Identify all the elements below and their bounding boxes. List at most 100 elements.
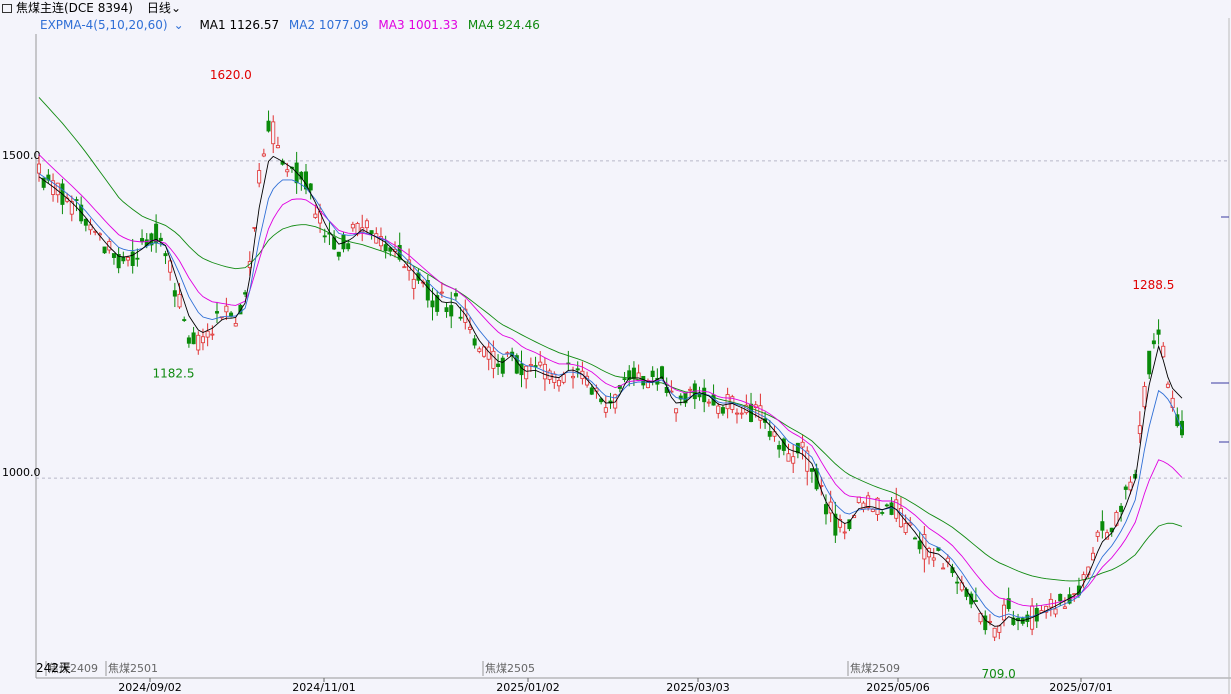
candle-body-223 xyxy=(1081,574,1086,581)
candle-18 xyxy=(121,251,126,264)
candle-162 xyxy=(795,442,800,459)
candle-56 xyxy=(299,171,304,191)
x-tick-label-3: 2025/03/03 xyxy=(666,681,729,694)
candle-202 xyxy=(983,610,988,635)
days-count: 242天 xyxy=(36,661,71,675)
candle-130 xyxy=(645,378,650,389)
candle-160 xyxy=(786,443,791,462)
candle-body-156 xyxy=(767,431,772,437)
candle-body-226 xyxy=(1095,531,1100,537)
candle-51 xyxy=(275,136,280,149)
candle-122 xyxy=(608,392,613,409)
candle-31 xyxy=(182,316,187,322)
candle-body-196 xyxy=(955,581,960,584)
candle-98 xyxy=(496,354,501,376)
candle-79 xyxy=(407,248,412,281)
candle-body-163 xyxy=(800,441,805,448)
candle-body-10 xyxy=(83,218,88,226)
candle-body-27 xyxy=(163,253,168,257)
candle-body-88 xyxy=(449,305,454,317)
candle-body-187 xyxy=(912,537,917,540)
right-scale-ticks xyxy=(1211,216,1229,443)
candle-body-21 xyxy=(135,257,140,260)
candle-193 xyxy=(941,562,946,570)
contract-markers: 焦煤2409 焦煤2501 焦煤2505 焦煤2509 xyxy=(45,661,900,676)
candle-body-0 xyxy=(37,163,42,174)
candle-body-49 xyxy=(266,120,271,132)
candle-188 xyxy=(917,531,922,554)
candle-body-181 xyxy=(884,504,889,507)
candle-27 xyxy=(163,250,168,265)
candle-body-149 xyxy=(734,412,739,415)
candle-body-29 xyxy=(172,290,177,297)
candle-body-227 xyxy=(1100,521,1105,531)
candle-body-204 xyxy=(992,627,997,638)
candle-body-178 xyxy=(870,508,875,512)
ma-lines xyxy=(38,97,1183,627)
candle-body-118 xyxy=(589,387,594,395)
candle-47 xyxy=(257,163,262,188)
candle-241 xyxy=(1165,381,1170,389)
candle-body-235 xyxy=(1137,425,1142,435)
candle-body-239 xyxy=(1156,329,1161,335)
candle-19 xyxy=(126,255,131,267)
candle-48 xyxy=(261,148,266,158)
candle-body-107 xyxy=(538,361,543,366)
candle-body-242 xyxy=(1170,397,1175,409)
candle-body-14 xyxy=(102,246,107,254)
candle-body-180 xyxy=(880,512,885,514)
candle-104 xyxy=(524,365,529,389)
candle-body-30 xyxy=(177,293,182,308)
price-annotation-2: 709.0 xyxy=(981,667,1015,681)
candle-body-158 xyxy=(777,445,782,450)
candle-142 xyxy=(702,379,707,413)
candle-body-115 xyxy=(575,368,580,371)
candle-body-80 xyxy=(411,278,416,289)
candle-96 xyxy=(486,340,491,371)
candle-body-173 xyxy=(847,519,852,530)
candle-body-50 xyxy=(271,121,276,145)
candle-body-205 xyxy=(997,625,1002,633)
candle-190 xyxy=(927,546,932,565)
candle-88 xyxy=(449,291,454,329)
contract-label-1: 焦煤2501 xyxy=(108,662,158,675)
candle-body-87 xyxy=(444,307,449,313)
candle-107 xyxy=(538,351,543,368)
candle-105 xyxy=(528,357,533,372)
candle-33 xyxy=(191,326,196,345)
candle-111 xyxy=(556,377,561,392)
candle-body-219 xyxy=(1062,606,1067,609)
candle-body-58 xyxy=(308,183,313,191)
price-annotation-1: 1182.5 xyxy=(153,366,195,380)
candlestick-chart[interactable]: 1500.0 1000.0 1620.0 1182.5 709.0 1288.5 焦煤2… xyxy=(0,0,1231,694)
candle-body-70 xyxy=(364,220,369,229)
candle-body-240 xyxy=(1161,345,1166,358)
candle-body-95 xyxy=(482,346,487,357)
candle-181 xyxy=(884,503,889,508)
candle-body-46 xyxy=(252,226,257,229)
y-tick-label-0: 1500.0 xyxy=(2,149,41,162)
candle-body-236 xyxy=(1142,386,1147,408)
candle-172 xyxy=(842,522,847,540)
x-axis-labels: 2024/09/02 2024/11/01 2025/01/02 2025/03/03… xyxy=(118,678,1113,694)
candle-2 xyxy=(46,169,51,184)
candle-11 xyxy=(88,218,93,235)
y-axis-labels: 1500.0 1000.0 xyxy=(2,149,41,479)
candle-171 xyxy=(838,514,843,533)
candle-body-22 xyxy=(140,238,145,242)
x-tick-label-2: 2025/01/02 xyxy=(496,681,559,694)
candle-body-84 xyxy=(430,300,435,308)
candle-149 xyxy=(734,408,739,424)
x-tick-label-1: 2024/11/01 xyxy=(292,681,355,694)
candle-body-231 xyxy=(1119,505,1124,512)
candle-body-188 xyxy=(917,540,922,550)
candle-146 xyxy=(720,405,725,416)
candle-body-127 xyxy=(631,367,636,379)
candle-69 xyxy=(360,214,365,242)
candle-42 xyxy=(233,317,238,327)
candle-body-89 xyxy=(453,293,458,297)
candle-body-225 xyxy=(1090,552,1095,561)
candle-83 xyxy=(425,274,430,308)
candle-body-125 xyxy=(622,378,627,381)
candle-body-179 xyxy=(875,497,880,515)
